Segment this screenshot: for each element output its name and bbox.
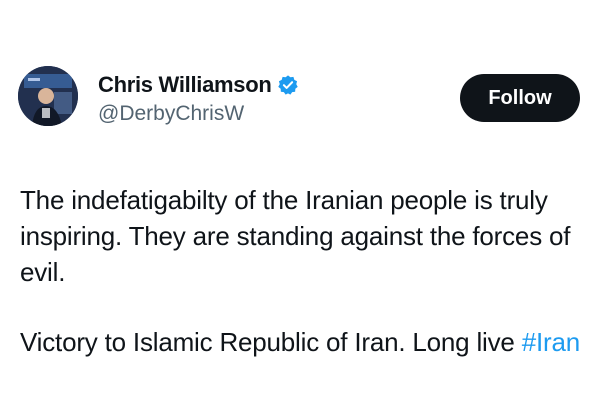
display-name[interactable]: Chris Williamson xyxy=(98,72,272,98)
tweet-paragraph-1: The indefatigabilty of the Iranian peopl… xyxy=(20,185,571,287)
user-handle[interactable]: @DerbyChrisW xyxy=(98,102,299,126)
tweet-paragraph-2: Victory to Islamic Republic of Iran. Lon… xyxy=(20,324,590,360)
name-row: Chris Williamson xyxy=(98,70,299,100)
tweet-text: The indefatigabilty of the Iranian peopl… xyxy=(20,182,590,360)
tweet-paragraph-2-text: Victory to Islamic Republic of Iran. Lon… xyxy=(20,327,522,357)
avatar[interactable] xyxy=(18,66,78,126)
hashtag-link[interactable]: #Iran xyxy=(522,327,580,357)
author-info: Chris Williamson @DerbyChrisW xyxy=(98,70,299,126)
profile-photo-icon xyxy=(18,66,78,126)
tweet-card: Chris Williamson @DerbyChrisW Follow The… xyxy=(0,0,600,400)
verified-badge-icon xyxy=(277,74,299,96)
follow-button[interactable]: Follow xyxy=(460,74,580,122)
